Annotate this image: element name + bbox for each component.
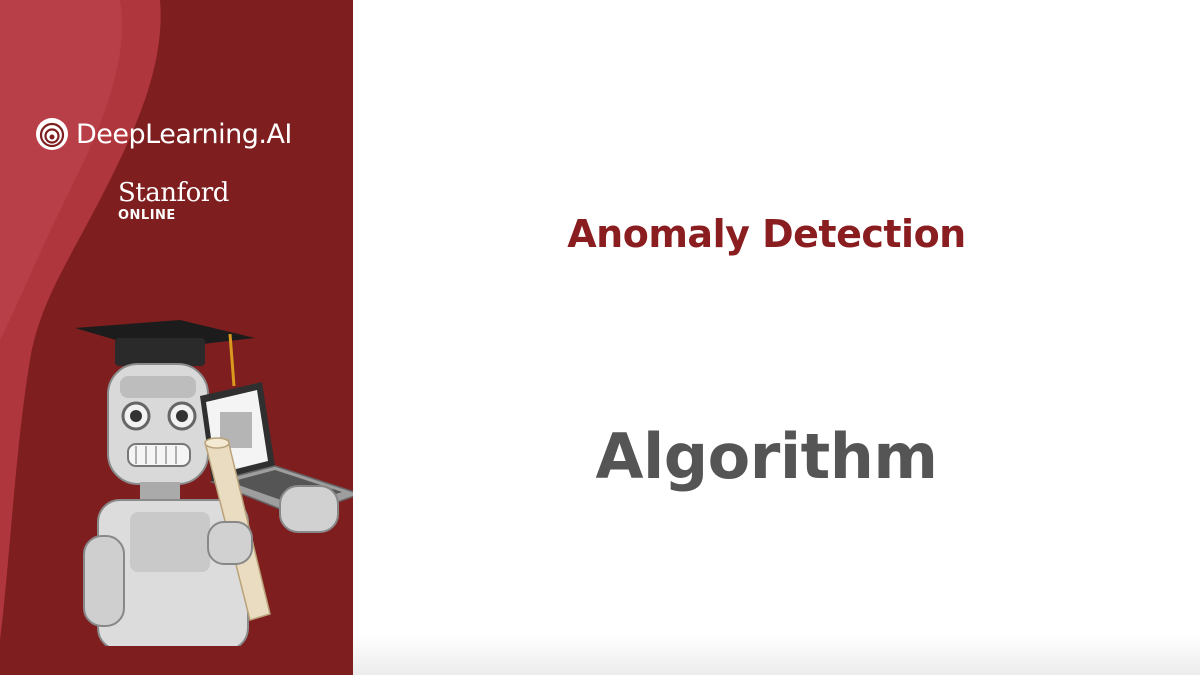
robot-mascot-illustration <box>75 320 353 646</box>
deeplearning-logo-icon <box>36 118 68 150</box>
slide-title-text: Anomaly Detection <box>567 212 966 256</box>
stanford-online-logo: Stanford ONLINE <box>118 180 229 222</box>
slide-title: Anomaly Detection <box>353 212 1200 256</box>
stanford-sub: ONLINE <box>118 208 176 223</box>
brand-sidebar: DeepLearning.AI Stanford ONLINE <box>0 0 353 675</box>
stanford-name: Stanford <box>118 178 229 208</box>
deeplearning-logo: DeepLearning.AI <box>34 116 292 152</box>
slide-subtitle: Algorithm <box>353 420 1200 493</box>
slide-subtitle-text: Algorithm <box>595 420 938 493</box>
slide: DeepLearning.AI Stanford ONLINE Anomaly … <box>0 0 1200 675</box>
logo-text: DeepLearning.AI <box>76 118 292 150</box>
